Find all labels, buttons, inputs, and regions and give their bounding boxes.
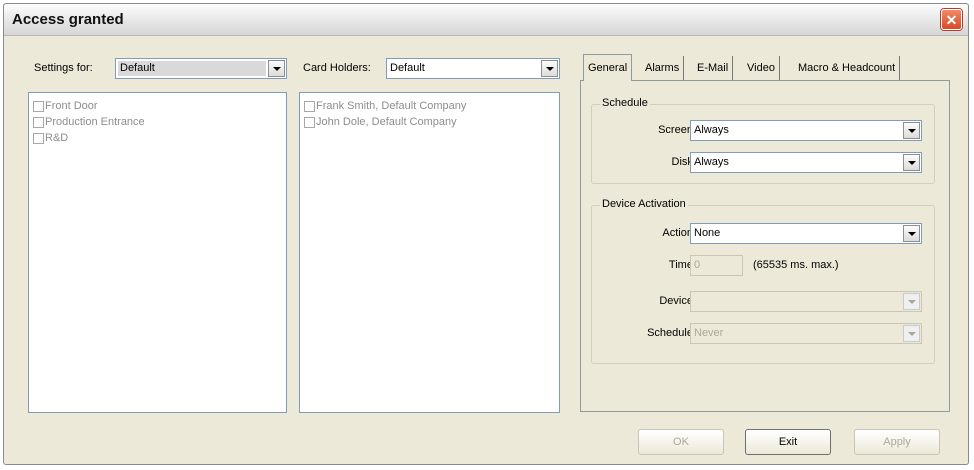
chevron-down-icon: [907, 299, 916, 304]
device-activation-group: Device Activation Action: None Time: 0 (…: [591, 198, 935, 364]
general-tab-panel: Schedule Screen: Always Disk: Always Dev…: [580, 80, 950, 412]
holder-label: John Dole, Default Company: [316, 116, 457, 128]
chevron-down-icon: [907, 331, 916, 336]
title-bar: Access granted ✕: [4, 4, 968, 36]
tab-general[interactable]: General: [583, 54, 633, 81]
action-value: None: [694, 227, 721, 239]
door-label: R&D: [45, 132, 69, 144]
list-item[interactable]: Front Door: [33, 99, 98, 113]
close-button[interactable]: ✕: [941, 9, 962, 30]
time-value: 0: [694, 259, 701, 271]
disk-dropdown[interactable]: Always: [690, 152, 922, 173]
chevron-down-icon: [545, 66, 554, 71]
apply-button[interactable]: Apply: [854, 429, 940, 455]
dropdown-button[interactable]: [903, 293, 920, 310]
list-item[interactable]: R&D: [33, 131, 68, 145]
checkbox[interactable]: [304, 100, 315, 112]
time-hint: (65535 ms. max.): [753, 259, 839, 271]
schedule-group: Schedule Screen: Always Disk: Always: [591, 97, 935, 184]
card-holders-dropdown[interactable]: Default: [386, 58, 560, 79]
device-activation-group-title: Device Activation: [600, 198, 688, 210]
chevron-down-icon: [907, 160, 916, 165]
checkbox[interactable]: [33, 132, 44, 144]
window-title: Access granted: [12, 11, 124, 28]
chevron-down-icon: [907, 128, 916, 133]
device-dropdown[interactable]: [690, 291, 922, 312]
screen-value: Always: [694, 124, 729, 136]
tab-alarms[interactable]: Alarms: [641, 56, 685, 80]
ok-button[interactable]: OK: [638, 429, 724, 455]
list-item[interactable]: Production Entrance: [33, 115, 145, 129]
dropdown-button[interactable]: [903, 122, 920, 139]
dropdown-button[interactable]: [268, 60, 285, 77]
checkbox[interactable]: [33, 116, 44, 128]
disk-value: Always: [694, 156, 729, 168]
time-input[interactable]: 0: [690, 255, 743, 276]
dropdown-button[interactable]: [903, 154, 920, 171]
dropdown-button[interactable]: [541, 60, 558, 77]
screen-dropdown[interactable]: Always: [690, 120, 922, 141]
activation-schedule-label: Schedule:: [647, 327, 696, 339]
dropdown-button[interactable]: [903, 225, 920, 242]
settings-for-dropdown[interactable]: Default: [115, 58, 287, 79]
tab-video[interactable]: Video: [743, 56, 780, 80]
chevron-down-icon: [907, 231, 916, 236]
checkbox[interactable]: [33, 100, 44, 112]
settings-for-label: Settings for:: [34, 62, 93, 74]
card-holders-value: Default: [390, 62, 425, 74]
doors-list[interactable]: Front Door Production Entrance R&D: [28, 92, 287, 413]
list-item[interactable]: Frank Smith, Default Company: [304, 99, 466, 113]
activation-schedule-dropdown[interactable]: Never: [690, 323, 922, 344]
card-holders-list[interactable]: Frank Smith, Default Company John Dole, …: [299, 92, 560, 413]
activation-schedule-value: Never: [694, 327, 724, 339]
settings-for-value: Default: [118, 61, 266, 76]
card-holders-label: Card Holders:: [303, 62, 371, 74]
holder-label: Frank Smith, Default Company: [316, 100, 467, 112]
tab-email[interactable]: E-Mail: [693, 56, 734, 80]
tab-macro-headcount[interactable]: Macro & Headcount: [794, 56, 901, 80]
door-label: Front Door: [45, 100, 98, 112]
action-dropdown[interactable]: None: [690, 223, 922, 244]
list-item[interactable]: John Dole, Default Company: [304, 115, 457, 129]
door-label: Production Entrance: [45, 116, 145, 128]
close-icon: ✕: [945, 11, 958, 28]
dropdown-button[interactable]: [903, 325, 920, 342]
exit-button[interactable]: Exit: [745, 429, 831, 455]
checkbox[interactable]: [304, 116, 315, 128]
dialog-window: Access granted ✕ Settings for: Default C…: [3, 3, 969, 465]
schedule-group-title: Schedule: [600, 97, 650, 109]
chevron-down-icon: [272, 66, 281, 71]
